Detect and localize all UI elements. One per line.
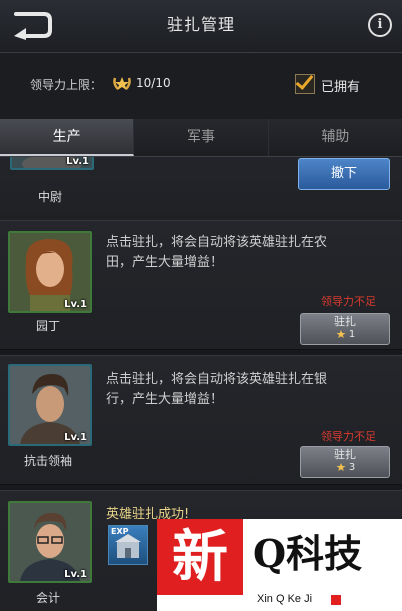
owned-label: 已拥有	[321, 80, 361, 95]
hero-name: 中尉	[37, 190, 62, 204]
station-button-label: 驻扎	[334, 448, 356, 461]
watermark-pinyin: Xin Q Ke Ji	[257, 593, 313, 605]
station-button[interactable]: 驻扎 3	[300, 446, 390, 478]
hero-level: Lv.1	[66, 157, 89, 167]
exp-label: EXP	[111, 527, 129, 536]
leadership-cost: 3	[301, 462, 389, 474]
hero-name: 园丁	[35, 319, 60, 333]
hero-description: 点击驻扎，将会自动将该英雄驻扎在银行，产生大量增益！	[106, 372, 328, 407]
station-button-label: 驻扎	[334, 315, 356, 328]
warning-text: 领导力不足	[321, 295, 376, 308]
laurel-icon	[336, 463, 346, 471]
hero-level: Lv.1	[64, 432, 87, 443]
tab-support[interactable]: 辅助	[268, 119, 402, 156]
owned-checkbox[interactable]	[295, 71, 315, 94]
hero-portrait[interactable]: Lv.1	[8, 231, 92, 313]
leadership-cost: 1	[301, 329, 389, 341]
leadership-value: 10/10	[136, 76, 171, 90]
hero-portrait[interactable]: Lv.1	[8, 501, 92, 583]
hero-level: Lv.1	[64, 569, 87, 580]
hero-name: 会计	[35, 591, 60, 605]
watermark: 新 Q科技 Xin Q Ke Ji	[157, 519, 402, 611]
hero-portrait[interactable]: Lv.1	[8, 364, 92, 446]
info-button[interactable]: i	[368, 13, 392, 37]
station-button[interactable]: 驻扎 1	[300, 313, 390, 345]
watermark-seal: 新	[157, 519, 243, 595]
tab-production[interactable]: 生产	[0, 119, 135, 156]
tab-military[interactable]: 军事	[134, 119, 269, 156]
laurel-icon	[336, 330, 346, 338]
hero-portrait[interactable]: Lv.1	[10, 157, 94, 170]
withdraw-button[interactable]: 撤下	[298, 158, 390, 190]
cost-value: 3	[348, 462, 356, 473]
page-title: 驻扎管理	[166, 15, 235, 34]
laurel-icon	[112, 74, 132, 92]
hero-card: Lv.1 中尉 撤下	[0, 157, 402, 221]
cost-value: 1	[348, 329, 356, 340]
hero-name: 抗击领袖	[23, 454, 72, 468]
exp-item[interactable]: EXP	[108, 525, 148, 565]
watermark-brand: Q科技	[253, 531, 363, 576]
watermark-dot	[331, 595, 341, 605]
leadership-label: 领导力上限：	[30, 78, 103, 92]
hero-level: Lv.1	[64, 299, 87, 310]
category-tabs: 生产 军事 辅助	[0, 119, 402, 157]
hero-card: Lv.1 抗击领袖 点击驻扎，将会自动将该英雄驻扎在银行，产生大量增益！ 领导力…	[0, 355, 402, 485]
hero-description: 点击驻扎，将会自动将该英雄驻扎在农田，产生大量增益！	[106, 235, 328, 270]
check-icon	[295, 71, 314, 90]
hero-card: Lv.1 园丁 点击驻扎，将会自动将该英雄驻扎在农田，产生大量增益！ 领导力不足…	[0, 220, 402, 350]
warning-text: 领导力不足	[321, 430, 376, 443]
